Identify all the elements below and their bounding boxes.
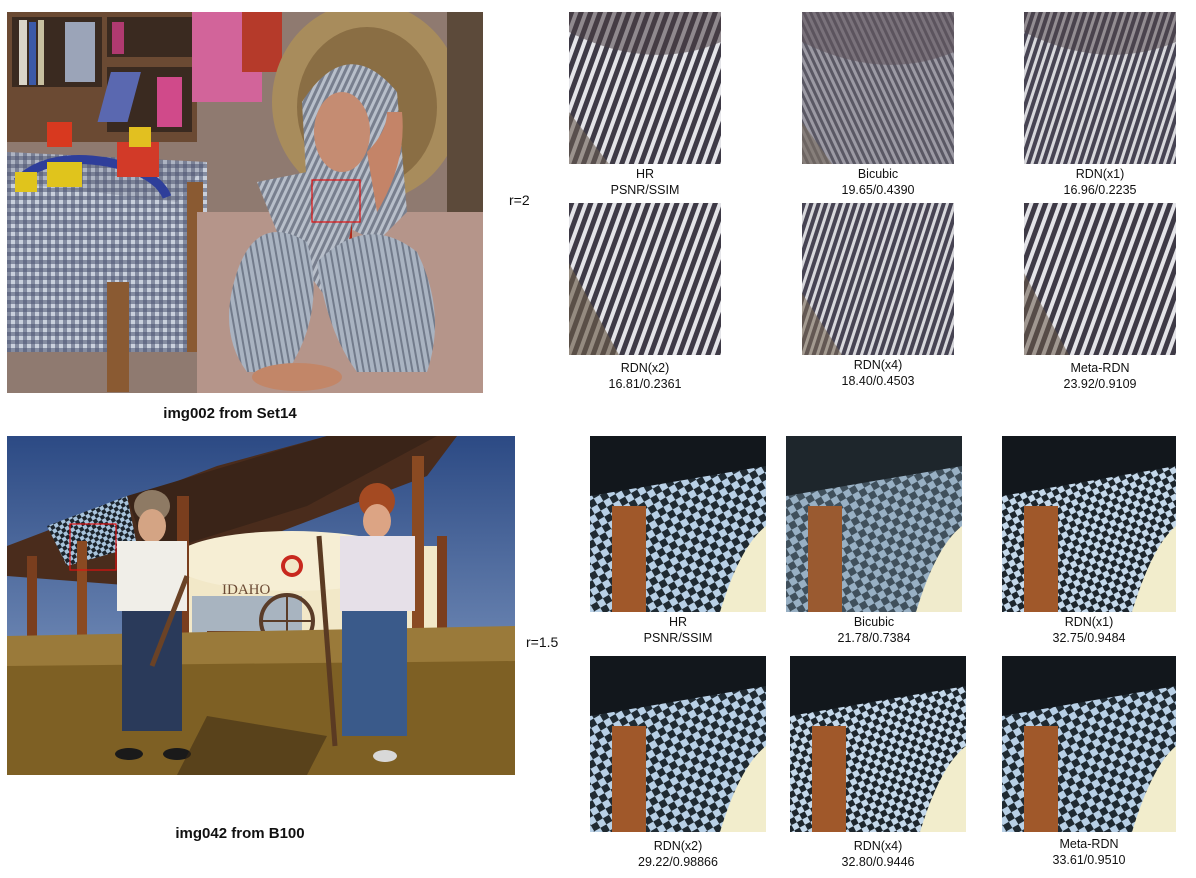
method-name: RDN(x2) [620,361,670,375]
scale-ratio-label: r=2 [509,192,530,208]
patch-label: RDN(x1) 32.75/0.9484 [1002,614,1176,646]
method-name: Bicubic [853,615,895,629]
crop-patch [790,656,966,832]
method-name: HR [635,167,655,181]
metric-value: PSNR/SSIM [643,631,713,645]
patch-label: RDN(x1) 16.96/0.2235 [1024,166,1176,198]
patch-label: HR PSNR/SSIM [590,614,766,646]
patch-label: HR PSNR/SSIM [569,166,721,198]
patch-label: Bicubic 19.65/0.4390 [802,166,954,198]
scale-ratio-label: r=1.5 [526,634,559,650]
metric-value: PSNR/SSIM [610,183,680,197]
method-name: RDN(x4) [853,358,903,372]
crop-patch [569,12,721,164]
metric-value: 23.92/0.9109 [1063,377,1137,391]
crop-patch [802,203,954,355]
method-name: HR [668,615,688,629]
patch-label: RDN(x4) 32.80/0.9446 [790,838,966,870]
patch-label: Meta-RDN 23.92/0.9109 [1024,360,1176,392]
crop-patch [569,203,721,355]
crop-patch [590,436,766,612]
method-name: RDN(x2) [653,839,703,853]
crop-patch [1002,436,1176,612]
method-name: Meta-RDN [1059,837,1119,851]
metric-value: 29.22/0.98866 [638,855,718,869]
barbara-image [7,12,483,393]
metric-value: 21.78/0.7384 [837,631,911,645]
crop-patch [1024,203,1176,355]
metric-value: 16.81/0.2361 [608,377,682,391]
crop-patch [590,656,766,832]
metric-value: 33.61/0.9510 [1052,853,1126,867]
crop-patch [1002,656,1176,832]
crop-patch [786,436,962,612]
method-name: RDN(x1) [1075,167,1125,181]
image-caption-b100: img042 from B100 [175,825,305,842]
patch-label: Meta-RDN 33.61/0.9510 [1002,836,1176,868]
crop-patch [802,12,954,164]
metric-value: 19.65/0.4390 [841,183,915,197]
image-caption-set14: img002 from Set14 [163,405,297,422]
metric-value: 16.96/0.2235 [1063,183,1137,197]
cowboys-image: IDAHO [7,436,515,775]
patch-label: Bicubic 21.78/0.7384 [786,614,962,646]
patch-label: RDN(x2) 29.22/0.98866 [590,838,766,870]
idaho-sign-text: IDAHO [222,582,270,598]
method-name: RDN(x4) [853,839,903,853]
metric-value: 32.80/0.9446 [841,855,915,869]
metric-value: 32.75/0.9484 [1052,631,1126,645]
patch-label: RDN(x4) 18.40/0.4503 [802,357,954,389]
crop-patch [1024,12,1176,164]
metric-value: 18.40/0.4503 [841,374,915,388]
method-name: Bicubic [857,167,899,181]
method-name: RDN(x1) [1064,615,1114,629]
method-name: Meta-RDN [1070,361,1130,375]
patch-label: RDN(x2) 16.81/0.2361 [569,360,721,392]
